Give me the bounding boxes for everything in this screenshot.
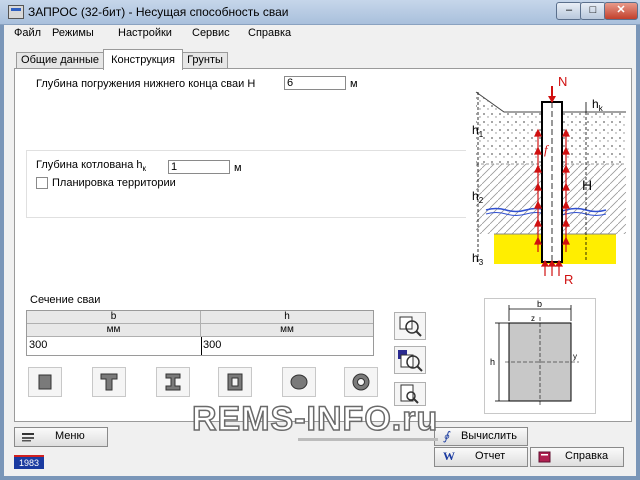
label-R: R bbox=[564, 272, 573, 287]
ibeam-section-icon bbox=[165, 373, 181, 391]
shape-circle-button[interactable] bbox=[282, 367, 316, 397]
maximize-button[interactable]: □ bbox=[580, 2, 606, 20]
menu-file[interactable]: Файл bbox=[14, 27, 41, 39]
base-reaction-arrows bbox=[540, 259, 564, 276]
calculate-button[interactable]: ∮ Вычислить bbox=[434, 427, 528, 446]
menu-settings[interactable]: Настройки bbox=[118, 27, 172, 39]
calculate-button-label: Вычислить bbox=[461, 430, 517, 442]
square-section-icon bbox=[38, 374, 52, 390]
menu-bar: Файл Режимы Настройки Сервис Справка bbox=[4, 25, 636, 43]
watermark: REMS-INFO.ru bbox=[191, 399, 439, 439]
shape-square-button[interactable] bbox=[28, 367, 62, 397]
pit-depth-label: Глубина котлована hк bbox=[36, 159, 147, 174]
section-preview-panel: b h z y bbox=[484, 298, 596, 414]
pile-diagram: N f R h1 h2 h3 hk H bbox=[466, 72, 626, 292]
b-value-cell[interactable]: 300 bbox=[29, 339, 47, 351]
menu-button[interactable]: Меню bbox=[14, 427, 108, 447]
year-badge: 1983 bbox=[14, 455, 44, 469]
col-b-unit: мм bbox=[27, 324, 201, 337]
pit-depth-input[interactable] bbox=[168, 160, 230, 174]
word-document-icon: W bbox=[443, 449, 455, 463]
ring-section-icon bbox=[352, 373, 370, 391]
app-icon bbox=[8, 5, 24, 19]
save-section-tool-button[interactable] bbox=[394, 346, 426, 374]
pit-depth-unit: м bbox=[234, 162, 242, 174]
report-button[interactable]: W Отчет bbox=[434, 447, 528, 467]
tee-section-icon bbox=[100, 373, 118, 391]
window-title: ЗАПРОС (32-бит) - Несущая способность св… bbox=[28, 5, 289, 19]
shape-ibeam-button[interactable] bbox=[156, 367, 190, 397]
help-button[interactable]: Справка bbox=[530, 447, 624, 467]
tab-construction[interactable]: Конструкция bbox=[103, 49, 183, 70]
help-button-label: Справка bbox=[565, 450, 609, 462]
section-preview-tool-button[interactable] bbox=[394, 312, 426, 340]
hollow-square-section-icon bbox=[227, 373, 243, 391]
section-preview-drawing: b h z y bbox=[490, 299, 579, 405]
close-button[interactable]: ✕ bbox=[604, 2, 638, 20]
circle-section-icon bbox=[290, 374, 308, 390]
section-table: b h мм мм 300 300 bbox=[26, 310, 374, 356]
col-h-unit: мм bbox=[201, 324, 373, 337]
tab-general-data[interactable]: Общие данные bbox=[16, 52, 104, 69]
preview-label-h: h bbox=[490, 357, 495, 367]
depth-label: Глубина погружения нижнего конца сваи Н bbox=[36, 78, 256, 90]
label-N: N bbox=[558, 74, 567, 89]
save-magnifier-icon bbox=[398, 350, 423, 372]
help-book-icon bbox=[538, 451, 551, 463]
shape-tee-button[interactable] bbox=[92, 367, 126, 397]
col-b-header: b bbox=[27, 311, 201, 324]
h-value-cell[interactable]: 300 bbox=[203, 339, 221, 351]
shape-hollow-square-button[interactable] bbox=[218, 367, 252, 397]
section-label: Сечение сваи bbox=[30, 294, 101, 306]
magnifier-section-icon bbox=[399, 316, 422, 337]
depth-input[interactable] bbox=[284, 76, 346, 90]
menu-modes[interactable]: Режимы bbox=[52, 27, 94, 39]
preview-label-z: z bbox=[531, 314, 535, 323]
title-bar: ЗАПРОС (32-бит) - Несущая способность св… bbox=[0, 0, 640, 25]
menu-button-label: Меню bbox=[55, 430, 85, 442]
label-H: H bbox=[582, 177, 592, 193]
preview-label-y: y bbox=[573, 352, 577, 361]
calculate-icon: ∮ bbox=[443, 429, 450, 443]
tab-soils[interactable]: Грунты bbox=[182, 52, 228, 69]
col-h-header: h bbox=[201, 311, 373, 324]
planning-checkbox[interactable] bbox=[36, 177, 48, 189]
minimize-button[interactable]: – bbox=[556, 2, 582, 20]
report-button-label: Отчет bbox=[475, 450, 506, 462]
shape-ring-button[interactable] bbox=[344, 367, 378, 397]
depth-unit: м bbox=[350, 78, 358, 90]
menu-list-icon bbox=[22, 433, 34, 442]
preview-label-b: b bbox=[537, 299, 542, 309]
menu-service[interactable]: Сервис bbox=[192, 27, 230, 39]
menu-help[interactable]: Справка bbox=[248, 27, 291, 39]
planning-label: Планировка территории bbox=[52, 177, 176, 189]
